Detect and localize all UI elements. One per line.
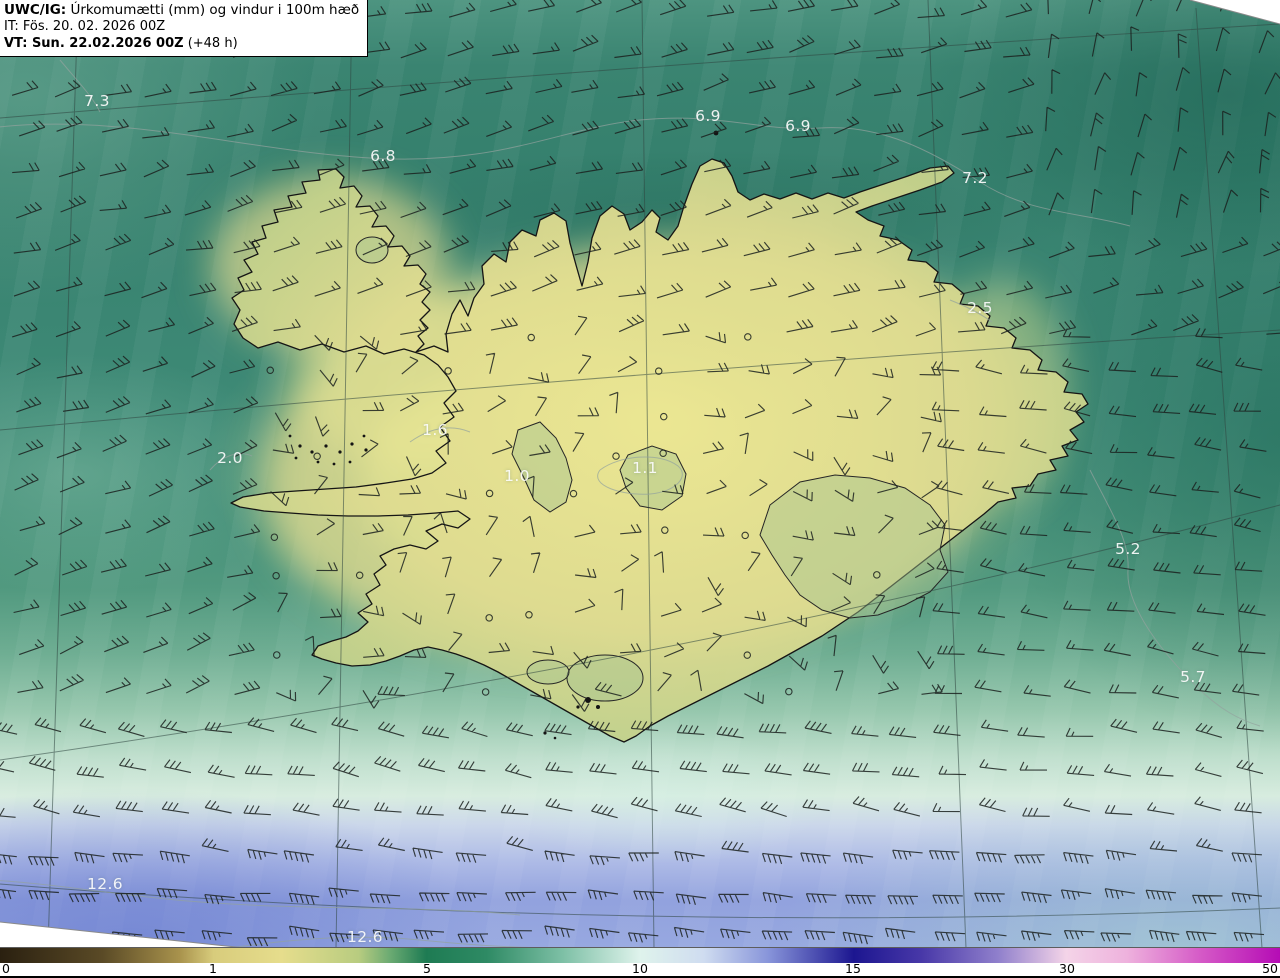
contour-label: 12.6 <box>86 875 124 893</box>
valid-time: VT: Sun. 22.02.2026 00Z (+48 h) <box>4 36 359 53</box>
colorbar-tick-labels: 0 1 5 10 15 30 50 <box>0 961 1280 976</box>
contour-label: 7.2 <box>962 169 988 187</box>
contour-label: 1.6 <box>422 421 448 439</box>
contour-label: 6.9 <box>695 107 721 125</box>
lead-time: (+48 h) <box>183 35 238 51</box>
colorbar-tick: 1 <box>209 961 217 976</box>
contour-label: 12.6 <box>346 928 384 946</box>
map-title: UWC/IG: Úrkomumætti (mm) og vindur i 100… <box>4 2 359 19</box>
colorbar-tick: 15 <box>845 961 861 976</box>
contour-label: 5.2 <box>1115 540 1141 558</box>
weather-map-screen: 7.3 6.8 6.9 6.9 7.2 2.5 5.2 5.7 1.6 1.1 1.0 2.0 12.6… <box>0 0 1280 978</box>
contour-label: 6.8 <box>370 147 396 165</box>
colorbar-tick: 10 <box>632 961 648 976</box>
colorbar-tick: 5 <box>423 961 431 976</box>
valid-time-bold: VT: Sun. 22.02.2026 00Z <box>4 35 184 51</box>
title-text: Úrkomumætti (mm) og vindur i 100m hæð <box>66 2 360 18</box>
contour-label: 2.5 <box>967 299 993 317</box>
contour-label: 6.9 <box>785 117 811 135</box>
model-id: UWC/IG: <box>4 2 67 18</box>
colorbar-tick: 30 <box>1059 961 1075 976</box>
map-title-box: UWC/IG: Úrkomumætti (mm) og vindur i 100… <box>0 0 369 57</box>
init-time: IT: Fös. 20. 02. 2026 00Z <box>4 19 166 35</box>
colorbar-tick: 50 <box>1262 961 1278 976</box>
contour-label: 5.7 <box>1180 668 1206 686</box>
contour-label: 1.0 <box>504 467 530 485</box>
contour-label: 2.0 <box>217 449 243 467</box>
contour-label: 1.1 <box>632 459 658 477</box>
contour-label: 7.3 <box>84 92 110 110</box>
colorbar-tick: 0 <box>2 961 10 976</box>
